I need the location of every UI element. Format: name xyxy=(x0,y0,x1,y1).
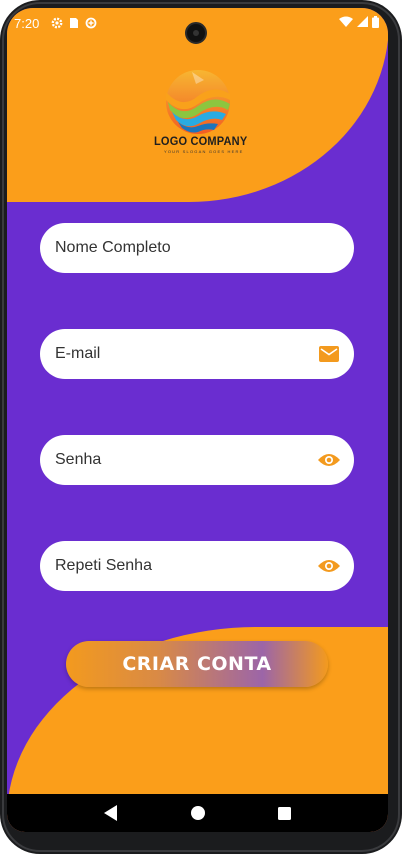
battery-icon xyxy=(372,16,379,31)
full-name-field[interactable] xyxy=(40,223,354,273)
repeat-password-field[interactable] xyxy=(40,541,354,591)
eye-icon[interactable] xyxy=(318,449,340,471)
repeat-password-input[interactable] xyxy=(55,557,318,575)
password-input[interactable] xyxy=(55,451,318,469)
logo-title: LOGO COMPANY xyxy=(154,134,248,148)
recents-icon[interactable] xyxy=(275,803,295,823)
email-input[interactable] xyxy=(55,345,318,363)
password-field[interactable] xyxy=(40,435,354,485)
sim-card-icon xyxy=(69,17,79,32)
back-icon[interactable] xyxy=(101,803,121,823)
data-saver-icon xyxy=(85,17,97,32)
status-time: 7:20 xyxy=(14,16,40,31)
signal-icon xyxy=(357,16,368,31)
wifi-icon xyxy=(339,16,353,31)
create-account-button[interactable]: CRIAR CONTA xyxy=(66,641,328,687)
home-icon[interactable] xyxy=(188,803,208,823)
full-name-input[interactable] xyxy=(55,239,340,257)
email-field[interactable] xyxy=(40,329,354,379)
front-camera xyxy=(185,22,207,44)
system-navigation-bar xyxy=(7,794,388,832)
app-screen: 7:20 LOGO COMPANY YOUR SLOGAN GOES HERE … xyxy=(7,8,388,832)
logo-tagline: YOUR SLOGAN GOES HERE xyxy=(164,149,244,154)
phone-frame: 7:20 LOGO COMPANY YOUR SLOGAN GOES HERE … xyxy=(0,0,402,854)
eye-icon[interactable] xyxy=(318,555,340,577)
mail-icon xyxy=(318,343,340,365)
settings-icon xyxy=(51,17,63,32)
